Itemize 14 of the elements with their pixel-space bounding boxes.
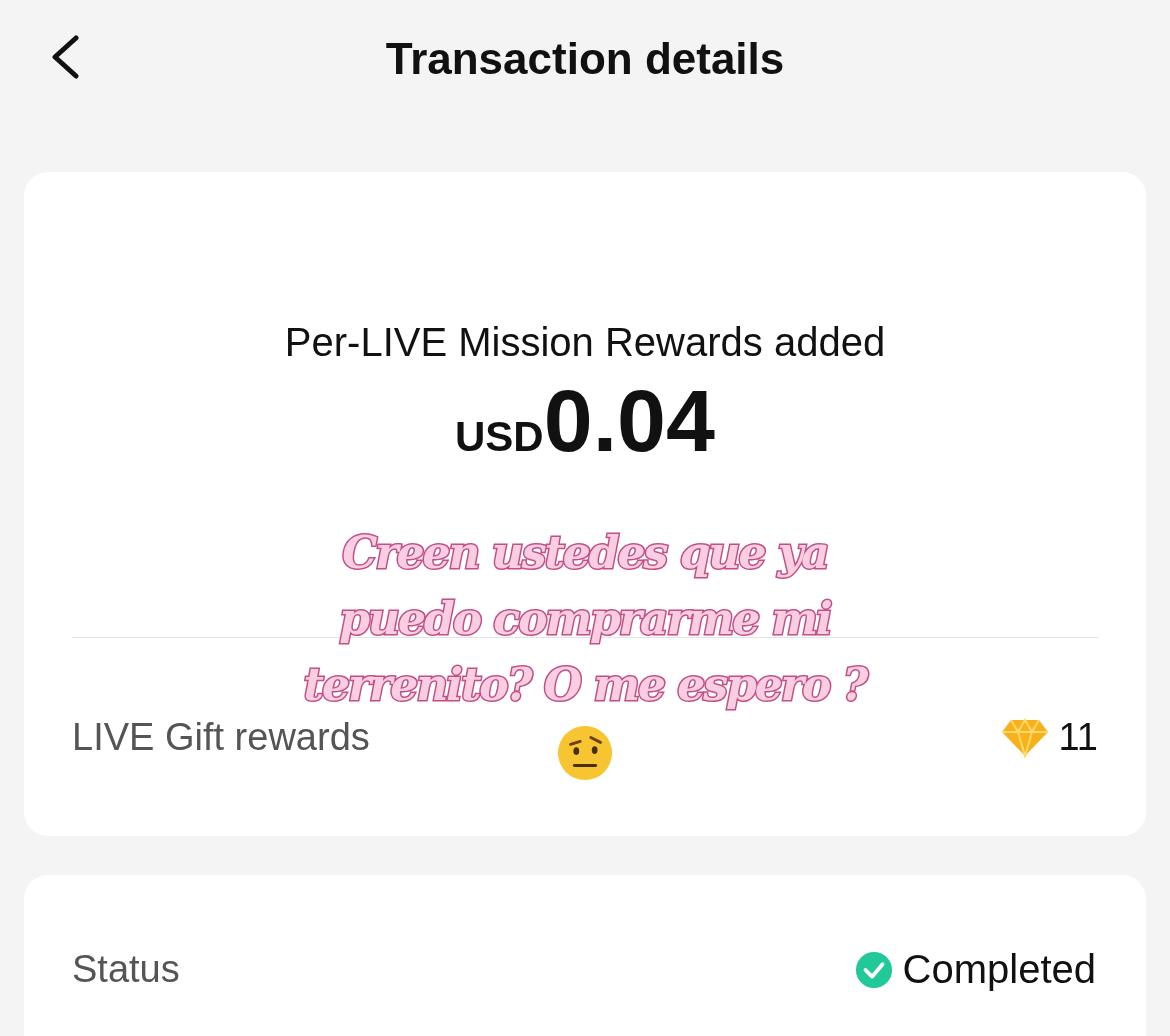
page-title: Transaction details — [385, 34, 785, 84]
status-value: Completed — [902, 947, 1096, 992]
row-label: LIVE Gift rewards — [72, 716, 370, 759]
row-value: 11 — [1058, 716, 1098, 759]
check-icon — [854, 950, 893, 989]
caption-text: terrenito? O me espero ? — [302, 658, 869, 712]
emoji-icon — [556, 724, 614, 782]
status-label: Status — [72, 948, 180, 991]
caption-text: Creen ustedes que ya — [341, 526, 829, 580]
transaction-title: Per-LIVE Mission Rewards added — [283, 320, 887, 365]
caption-text: puedo comprarme mi — [338, 592, 832, 646]
amount: USD0.04 — [454, 371, 716, 472]
back-icon[interactable] — [50, 35, 80, 79]
diamond-icon — [1000, 717, 1049, 758]
